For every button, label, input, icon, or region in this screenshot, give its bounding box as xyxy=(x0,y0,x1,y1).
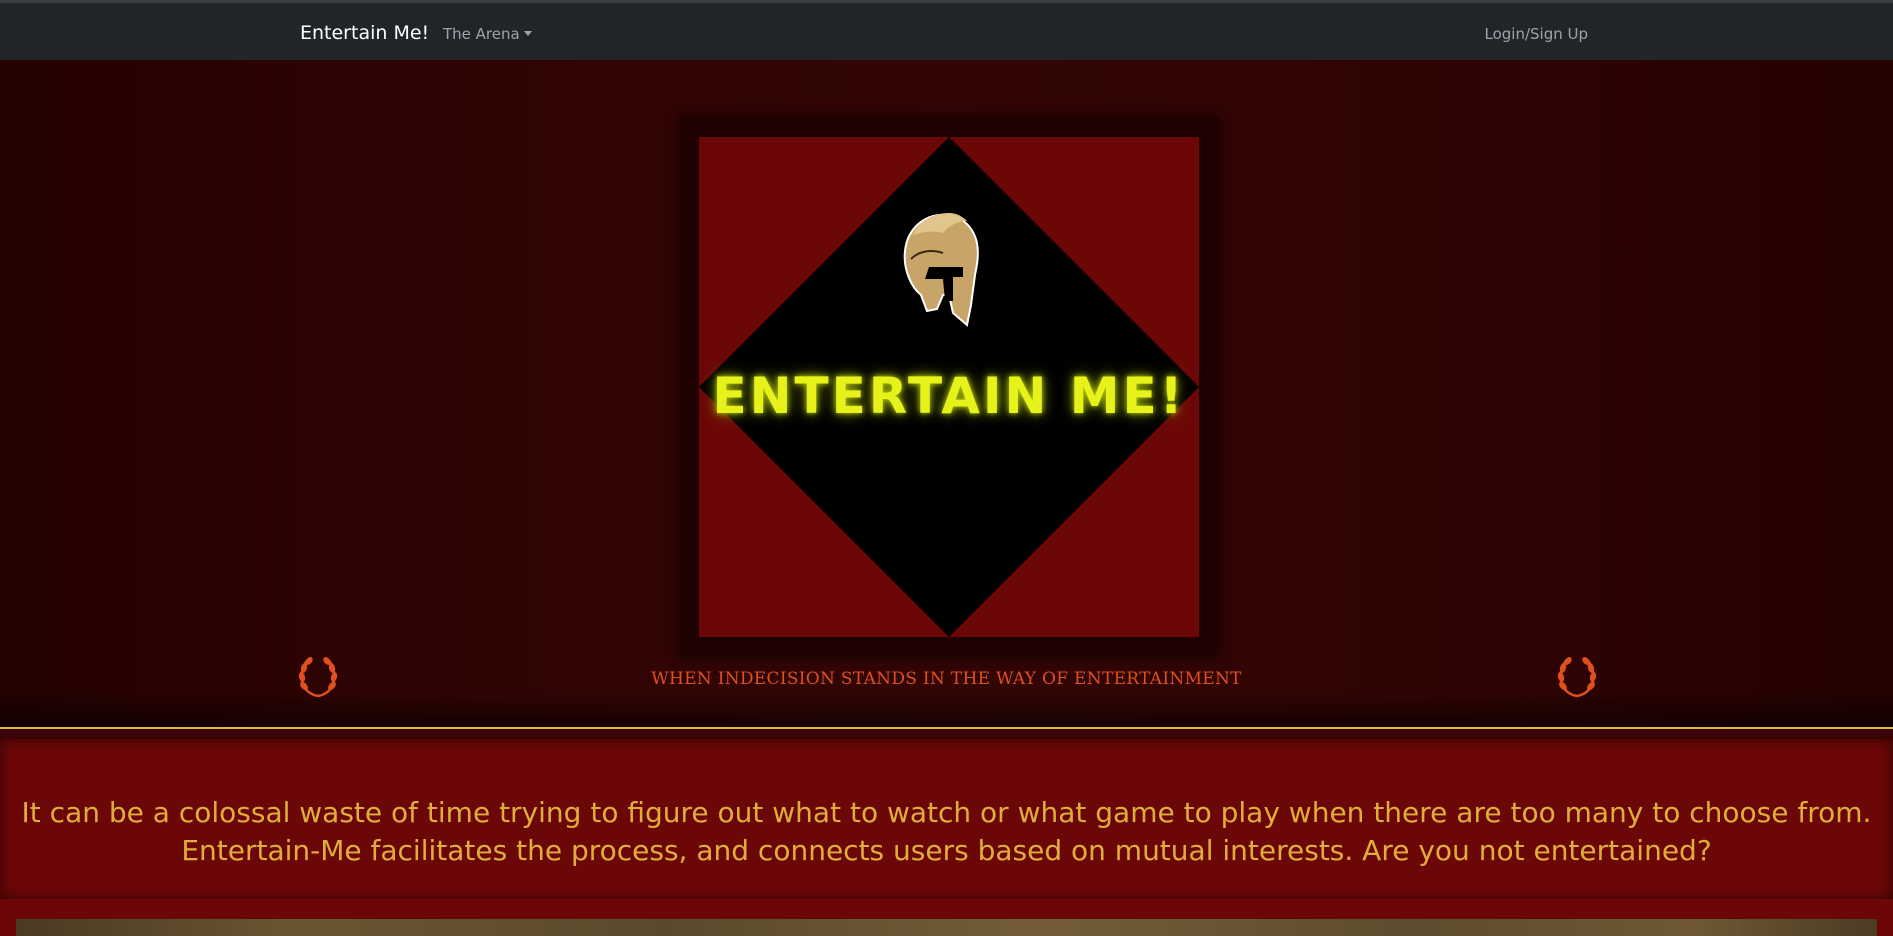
top-navbar: Entertain Me! The Arena Login/Sign Up xyxy=(0,0,1893,60)
arena-dropdown-label: The Arena xyxy=(443,25,520,43)
background-image-strip xyxy=(16,919,1877,936)
chevron-down-icon xyxy=(523,31,532,36)
site-logo: ENTERTAIN ME! xyxy=(699,137,1199,637)
login-signup-link[interactable]: Login/Sign Up xyxy=(1484,25,1588,43)
navbar-brand[interactable]: Entertain Me! xyxy=(300,22,429,44)
arena-dropdown[interactable]: The Arena xyxy=(443,25,532,43)
section-gap xyxy=(0,729,1893,739)
logo-title: ENTERTAIN ME! xyxy=(712,367,1186,425)
laurel-wreath-icon xyxy=(1557,657,1597,698)
about-description: It can be a colossal waste of time tryin… xyxy=(21,796,1872,867)
about-section: It can be a colossal waste of time tryin… xyxy=(0,739,1893,899)
logo-frame: ENTERTAIN ME! xyxy=(679,117,1218,657)
hero-tagline: WHEN INDECISION STANDS IN THE WAY OF ENT… xyxy=(651,669,1242,689)
hero-bottom-shadow xyxy=(0,690,1893,727)
